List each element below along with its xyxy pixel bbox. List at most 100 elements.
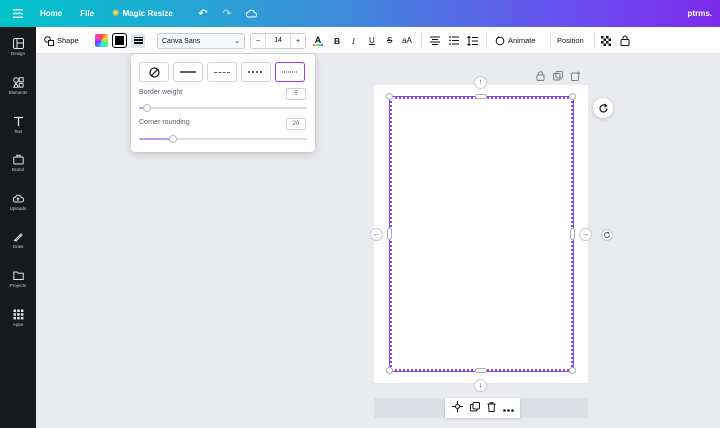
add-page-icon[interactable] bbox=[571, 68, 581, 86]
corner-rounding-slider[interactable] bbox=[139, 135, 307, 143]
lock-button[interactable] bbox=[620, 27, 630, 54]
align-button[interactable] bbox=[430, 27, 440, 54]
rotate-button[interactable] bbox=[593, 98, 613, 118]
element-quick-actions bbox=[445, 398, 520, 418]
toolbar-divider bbox=[421, 34, 422, 47]
underline-button[interactable]: U bbox=[369, 27, 375, 54]
move-left-button[interactable]: ← bbox=[370, 228, 383, 241]
sidebar-item-brand[interactable]: Brand bbox=[0, 153, 36, 172]
lock-page-icon[interactable] bbox=[536, 68, 545, 86]
bold-button[interactable]: B bbox=[334, 27, 340, 54]
rainbow-color-swatch bbox=[95, 34, 108, 47]
italic-button[interactable]: I bbox=[352, 27, 355, 54]
font-family-value: Canva Sans bbox=[162, 37, 201, 45]
move-up-button[interactable]: ↑ bbox=[474, 76, 487, 89]
fill-color-button[interactable] bbox=[95, 27, 108, 54]
text-color-button[interactable]: A bbox=[313, 27, 323, 54]
sidebar-item-design[interactable]: Design bbox=[0, 37, 36, 56]
font-family-select[interactable]: Canva Sans ⌄ bbox=[157, 33, 245, 49]
border-style-icon bbox=[131, 33, 145, 48]
toolbar-divider bbox=[486, 34, 487, 47]
more-options-icon[interactable] bbox=[502, 399, 514, 417]
sidebar-item-label: Projects bbox=[9, 283, 27, 288]
text-icon bbox=[12, 115, 24, 127]
magic-resize-button[interactable]: ✺ Magic Resize bbox=[112, 8, 173, 19]
resize-handle-bottom[interactable] bbox=[475, 368, 487, 373]
border-style-solid[interactable] bbox=[173, 62, 203, 82]
letter-case-button[interactable]: aA bbox=[402, 27, 412, 54]
font-size-stepper[interactable]: − 14 + bbox=[250, 33, 306, 49]
position-button[interactable]: Position bbox=[557, 27, 584, 54]
spacing-button[interactable] bbox=[467, 27, 478, 54]
arrow-right-icon: → bbox=[582, 231, 589, 238]
home-link[interactable]: Home bbox=[40, 9, 62, 18]
sidebar-item-elements[interactable]: Elements bbox=[0, 76, 36, 95]
decrease-size-button[interactable]: − bbox=[251, 38, 265, 45]
sidebar-item-label: Uploads bbox=[9, 206, 27, 211]
refresh-button[interactable] bbox=[601, 229, 613, 241]
file-menu[interactable]: File bbox=[80, 9, 94, 18]
border-style-short-dashed[interactable] bbox=[241, 62, 271, 82]
sidebar-item-draw[interactable]: Draw bbox=[0, 230, 36, 249]
sidebar-item-uploads[interactable]: Uploads bbox=[0, 192, 36, 211]
duplicate-page-icon[interactable] bbox=[553, 68, 563, 86]
increase-size-button[interactable]: + bbox=[291, 38, 305, 45]
border-style-dashed[interactable] bbox=[207, 62, 237, 82]
resize-handle-left[interactable] bbox=[387, 228, 392, 240]
resize-handle-top-right[interactable] bbox=[569, 93, 576, 100]
sparkle-icon: ✺ bbox=[112, 8, 120, 18]
border-weight-input[interactable]: 5 bbox=[286, 88, 306, 100]
sidebar-item-label: Brand bbox=[11, 167, 24, 172]
move-right-button[interactable]: → bbox=[579, 228, 592, 241]
sidebar-item-label: Elements bbox=[8, 90, 28, 95]
resize-handle-bottom-left[interactable] bbox=[386, 367, 393, 374]
list-button[interactable] bbox=[449, 27, 459, 54]
border-style-none[interactable] bbox=[139, 62, 169, 82]
strikethrough-button[interactable]: S bbox=[387, 27, 392, 54]
move-icon[interactable] bbox=[451, 399, 463, 417]
move-down-button[interactable]: ↓ bbox=[474, 379, 487, 392]
shape-button[interactable]: Shape bbox=[44, 27, 79, 54]
chevron-down-icon: ⌄ bbox=[234, 38, 240, 45]
rotate-icon bbox=[598, 103, 608, 112]
corner-rounding-label: Corner rounding bbox=[139, 119, 190, 126]
lock-icon bbox=[620, 35, 630, 46]
resize-handle-top[interactable] bbox=[475, 94, 487, 99]
sidebar: Design Elements Text Brand Uploads Draw … bbox=[0, 27, 36, 428]
undo-button[interactable]: ↶ bbox=[191, 0, 215, 27]
toolbar-divider bbox=[594, 34, 595, 47]
solid-line-icon bbox=[180, 71, 196, 73]
font-size-value[interactable]: 14 bbox=[265, 34, 291, 48]
shape-color-button[interactable] bbox=[112, 27, 127, 54]
redo-button[interactable]: ↷ bbox=[215, 0, 239, 27]
corner-rounding-handle[interactable] bbox=[168, 135, 177, 143]
animate-button[interactable]: Animate bbox=[495, 27, 536, 54]
brand-name: ptrms. bbox=[687, 9, 712, 18]
corner-rounding-input[interactable]: 20 bbox=[286, 118, 306, 130]
duplicate-icon[interactable] bbox=[469, 399, 480, 417]
menu-button[interactable] bbox=[0, 0, 36, 27]
resize-handle-top-left[interactable] bbox=[386, 93, 393, 100]
page-actions bbox=[536, 68, 581, 86]
animate-label: Animate bbox=[508, 36, 536, 45]
cloud-icon bbox=[245, 9, 257, 18]
border-style-button[interactable] bbox=[131, 27, 145, 54]
design-page[interactable] bbox=[374, 85, 588, 383]
sidebar-item-apps[interactable]: Apps bbox=[0, 308, 36, 327]
sidebar-item-projects[interactable]: Projects bbox=[0, 269, 36, 288]
border-weight-slider[interactable] bbox=[139, 104, 307, 112]
corner-rounding-fill bbox=[139, 138, 173, 140]
sidebar-item-text[interactable]: Text bbox=[0, 115, 36, 134]
redo-icon: ↷ bbox=[222, 8, 232, 20]
sidebar-item-label: Text bbox=[13, 129, 23, 134]
resize-handle-bottom-right[interactable] bbox=[569, 367, 576, 374]
trash-icon[interactable] bbox=[487, 399, 496, 417]
line-spacing-icon bbox=[467, 35, 478, 46]
arrow-up-icon: ↑ bbox=[478, 79, 483, 86]
selected-rectangle-shape[interactable] bbox=[389, 96, 574, 372]
short-dashed-line-icon bbox=[248, 71, 264, 73]
resize-handle-right[interactable] bbox=[570, 228, 575, 240]
border-weight-handle[interactable] bbox=[143, 104, 152, 112]
border-style-dotted[interactable] bbox=[275, 62, 305, 82]
transparency-button[interactable] bbox=[601, 27, 611, 54]
